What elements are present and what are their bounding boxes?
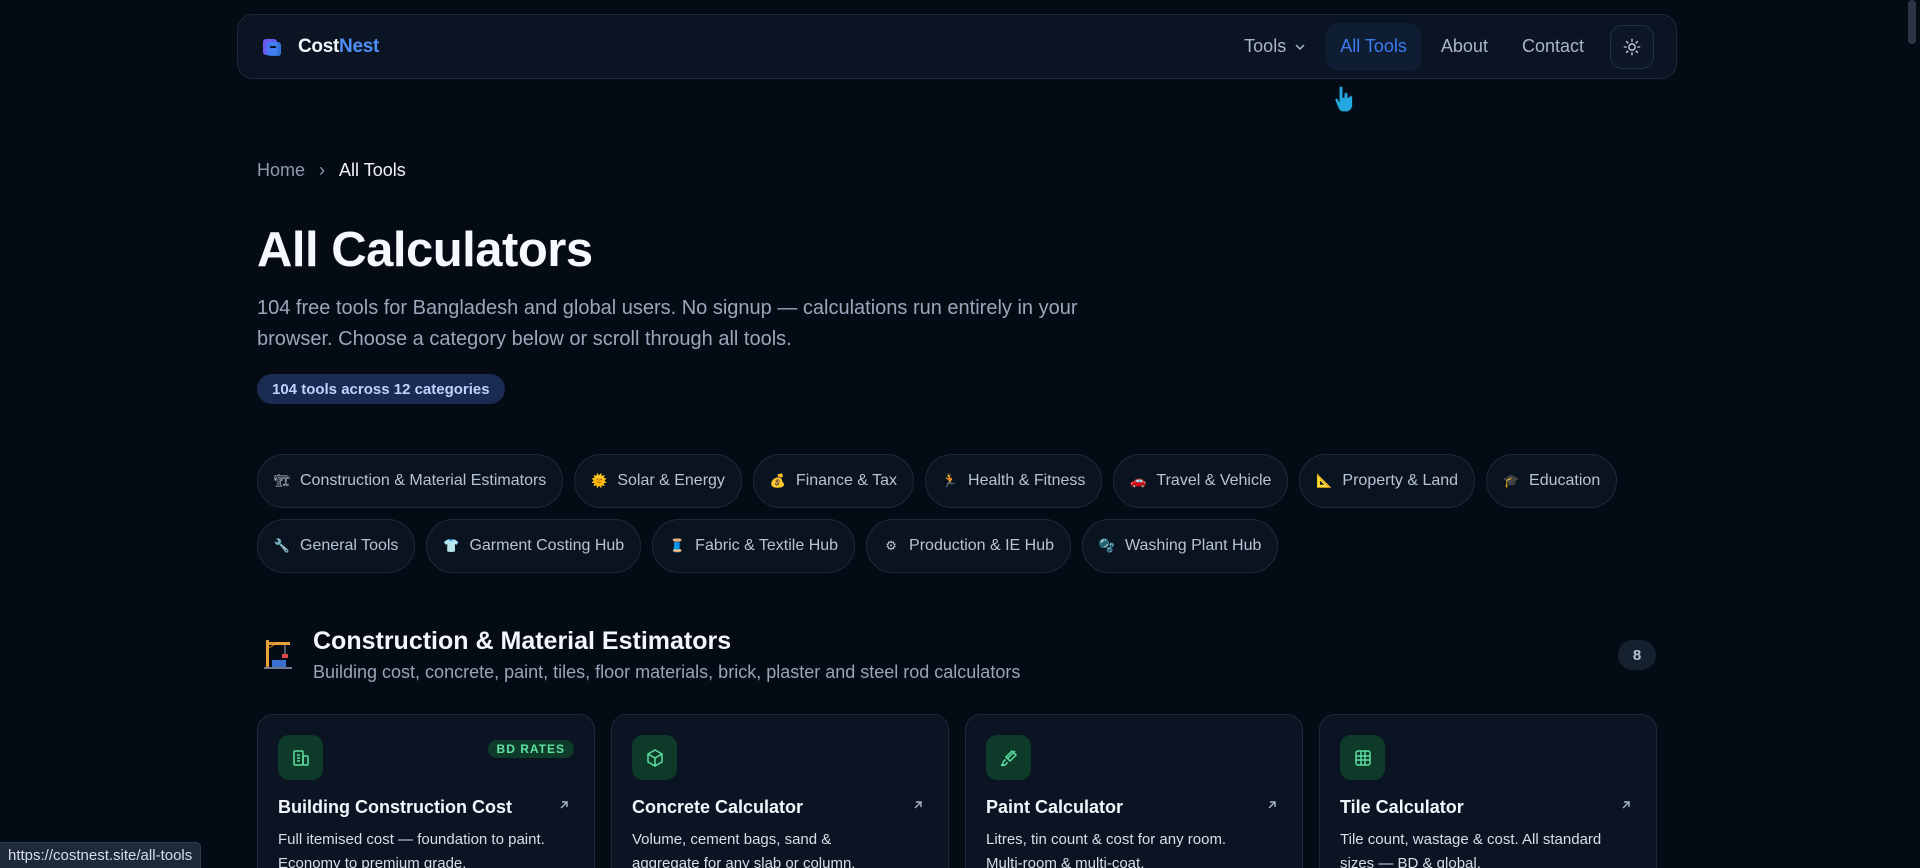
category-chip-fabric[interactable]: 🧵 Fabric & Textile Hub	[652, 519, 856, 573]
chip-label: Finance & Tax	[795, 472, 898, 489]
category-chip-washing[interactable]: 🫧 Washing Plant Hub	[1082, 519, 1279, 573]
tool-count-badge: 104 tools across 12 categories	[257, 374, 505, 404]
bubbles-icon: 🫧	[1098, 538, 1116, 553]
category-chip-health[interactable]: 🏃 Health & Fitness	[925, 454, 1103, 508]
section-count-badge: 8	[1618, 640, 1656, 670]
tool-cards: BD RATES Building Construction Cost Full…	[257, 714, 1657, 868]
card-description: Volume, cement bags, sand & aggregate fo…	[632, 831, 856, 868]
category-chips: 🏗 Construction & Material Estimators 🌞 Sol…	[257, 454, 1657, 573]
runner-icon: 🏃	[941, 473, 959, 488]
sun-icon	[1623, 38, 1641, 55]
card-description: Tile count, wastage & cost. All standard…	[1340, 831, 1602, 868]
nav-about[interactable]: About	[1427, 23, 1502, 71]
category-chip-solar[interactable]: 🌞 Solar & Energy	[574, 454, 742, 508]
chip-label: Solar & Energy	[617, 472, 725, 489]
arrow-up-right-icon	[1268, 801, 1276, 809]
theme-toggle-button[interactable]	[1610, 24, 1654, 69]
brand-name: CostNest	[298, 35, 380, 57]
card-title: Paint Calculator	[986, 797, 1124, 817]
nav-contact[interactable]: Contact	[1508, 23, 1598, 71]
page-description: 104 free tools for Bangladesh and global…	[257, 297, 1078, 350]
tool-card-tile[interactable]: Tile Calculator Tile count, wastage & co…	[1319, 714, 1657, 868]
breadcrumb-current: All Tools	[339, 160, 406, 180]
graduation-cap-icon: 🎓	[1502, 473, 1520, 488]
link-status-bar: https://costnest.site/all-tools	[0, 842, 202, 868]
card-title: Concrete Calculator	[632, 797, 804, 817]
thread-icon: 🧵	[669, 538, 686, 553]
nav-all-tools[interactable]: All Tools	[1326, 22, 1421, 71]
card-description: Litres, tin count & cost for any room. M…	[986, 831, 1227, 868]
category-chip-finance[interactable]: 💰 Finance & Tax	[752, 454, 915, 508]
arrow-up-right-icon	[1622, 801, 1630, 809]
page-scrollbar[interactable]	[1904, 0, 1920, 868]
card-description: Full itemised cost — foundation to paint…	[278, 831, 545, 868]
breadcrumb-separator: ›	[319, 160, 326, 180]
breadcrumb: Home › All Tools	[257, 160, 406, 181]
logo-icon	[263, 38, 281, 56]
wrench-icon: 🔧	[273, 538, 291, 553]
tool-card-concrete[interactable]: Concrete Calculator Volume, cement bags,…	[611, 714, 949, 868]
crane-icon: 🏗	[273, 473, 291, 488]
chip-label: Property & Land	[1342, 472, 1459, 489]
nav-tools-label: Tools	[1244, 36, 1287, 56]
arrow-up-right-icon	[560, 801, 568, 809]
page-title: All Calculators	[257, 223, 593, 277]
brand-logo[interactable]: CostNest	[260, 35, 379, 59]
gear-icon: ⚙	[885, 538, 897, 553]
breadcrumb-home[interactable]: Home	[257, 160, 305, 181]
arrow-up-right-icon	[914, 801, 922, 809]
chip-label: Fabric & Textile Hub	[695, 537, 839, 554]
paint-brush-icon	[986, 735, 1031, 780]
category-chip-travel[interactable]: 🚗 Travel & Vehicle	[1113, 454, 1289, 508]
crane-icon	[264, 640, 292, 669]
category-chip-general[interactable]: 🔧 General Tools	[257, 519, 416, 573]
category-chip-education[interactable]: 🎓 Education	[1486, 454, 1618, 508]
sun-icon: 🌞	[591, 473, 608, 488]
chip-label: Garment Costing Hub	[469, 537, 625, 554]
shirt-icon: 👕	[443, 538, 460, 553]
card-title: Tile Calculator	[1340, 797, 1464, 817]
car-icon: 🚗	[1130, 473, 1147, 488]
chip-label: Production & IE Hub	[909, 537, 1055, 554]
chip-label: Travel & Vehicle	[1156, 472, 1272, 489]
tool-card-paint[interactable]: Paint Calculator Litres, tin count & cos…	[965, 714, 1303, 868]
cube-icon	[632, 735, 677, 780]
top-navbar: CostNest Tools All Tools About Contact	[237, 14, 1677, 79]
tool-card-building-cost[interactable]: BD RATES Building Construction Cost Full…	[257, 714, 595, 868]
chip-label: Construction & Material Estimators	[300, 472, 547, 489]
section-title: Construction & Material Estimators	[313, 627, 732, 655]
chip-label: Washing Plant Hub	[1125, 537, 1262, 554]
chip-label: Education	[1529, 472, 1601, 489]
category-chip-production[interactable]: ⚙ Production & IE Hub	[866, 519, 1072, 573]
chip-label: General Tools	[300, 537, 399, 554]
chip-label: Health & Fitness	[968, 472, 1086, 489]
money-bag-icon: 💰	[769, 473, 787, 488]
card-title: Building Construction Cost	[278, 797, 512, 817]
hand-cursor-icon	[1334, 85, 1354, 113]
building-icon	[278, 735, 323, 780]
scrollbar-thumb[interactable]	[1908, 0, 1916, 44]
category-chip-property[interactable]: 📐 Property & Land	[1299, 454, 1476, 508]
nav-tools-dropdown[interactable]: Tools	[1230, 23, 1320, 71]
category-chip-garment[interactable]: 👕 Garment Costing Hub	[426, 519, 642, 573]
ruler-icon: 📐	[1316, 473, 1333, 488]
section-subtitle: Building cost, concrete, paint, tiles, f…	[313, 662, 1021, 682]
category-chip-construction[interactable]: 🏗 Construction & Material Estimators	[257, 454, 564, 508]
bd-rates-badge: BD RATES	[487, 740, 574, 758]
grid-icon	[1340, 735, 1385, 780]
chevron-down-icon	[1295, 43, 1305, 50]
